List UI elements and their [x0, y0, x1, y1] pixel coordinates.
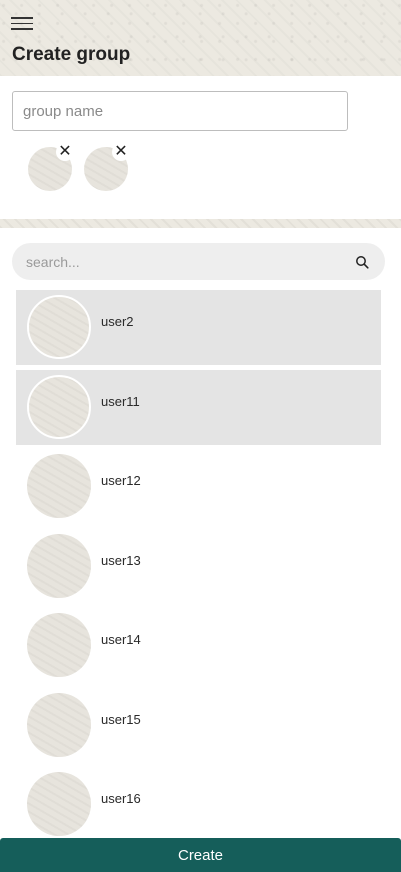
user-name: user11 — [101, 393, 140, 409]
create-group-page: Create group ✕ ✕ user2 user11 user12 — [0, 0, 401, 872]
group-name-input[interactable] — [12, 91, 348, 131]
close-icon[interactable]: ✕ — [56, 143, 74, 161]
user-name: user16 — [101, 791, 141, 806]
page-title: Create group — [12, 44, 131, 65]
list-item[interactable]: user14 — [16, 608, 381, 683]
avatar — [27, 295, 91, 359]
user-name: user2 — [101, 314, 134, 329]
list-item[interactable]: user16 — [16, 767, 381, 842]
user-name: user14 — [101, 632, 141, 647]
avatar — [27, 374, 91, 439]
avatar — [27, 692, 91, 757]
list-item[interactable]: user11 — [16, 369, 381, 445]
hamburger-menu-icon[interactable] — [11, 17, 33, 33]
avatar — [27, 613, 91, 677]
list-item[interactable]: user13 — [16, 529, 381, 604]
header: Create group — [0, 0, 401, 76]
list-item[interactable]: user15 — [16, 688, 381, 763]
avatar — [27, 533, 91, 598]
list-item[interactable]: user12 — [16, 449, 381, 524]
user-list: user2 user11 user12 user13 user14 user15… — [16, 290, 381, 847]
selected-member-chip: ✕ — [84, 143, 130, 191]
avatar — [27, 772, 91, 836]
close-icon[interactable]: ✕ — [112, 143, 130, 161]
create-button[interactable]: Create — [0, 838, 401, 872]
search-input[interactable] — [26, 243, 346, 280]
selected-member-chip: ✕ — [28, 143, 74, 191]
user-name: user13 — [101, 552, 141, 568]
list-item[interactable]: user2 — [16, 290, 381, 365]
section-divider — [0, 219, 401, 228]
avatar — [27, 454, 91, 518]
user-name: user12 — [101, 473, 141, 488]
search-bar — [12, 243, 385, 280]
user-name: user15 — [101, 711, 141, 727]
search-icon[interactable] — [355, 255, 369, 269]
